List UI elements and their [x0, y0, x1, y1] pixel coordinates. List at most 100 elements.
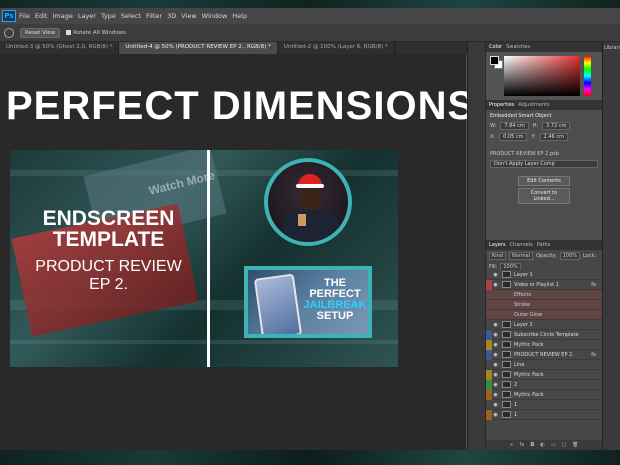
kind-filter-select[interactable]: Kind — [489, 252, 507, 260]
mask-icon[interactable]: ◘ — [530, 442, 534, 448]
layer-name: Layer 2 — [514, 321, 533, 328]
endscreen-document[interactable]: Watch More ENDSCREEN TEMPLATE PRODUCT RE… — [10, 150, 398, 367]
smart-object-file: PRODUCT REVIEW EP 2.psb — [490, 151, 559, 157]
x-y-row: X: 0.05 cm Y: 2.46 cm — [490, 133, 598, 141]
adjustment-icon[interactable]: ◐ — [540, 442, 544, 448]
new-layer-icon[interactable]: ▢ — [561, 442, 566, 448]
foreground-color-swatch[interactable] — [490, 56, 499, 65]
layer-row[interactable]: Outer Glow — [486, 310, 602, 320]
layer-comp-select[interactable]: Don't Apply Layer Comp — [490, 160, 598, 168]
layer-fx-icon[interactable]: fx — [591, 282, 596, 288]
endscreen-subtitle-line-2: EP 2. — [89, 276, 128, 293]
link-layers-icon[interactable]: ∞ — [509, 442, 513, 448]
layer-name: Mythic Pack — [514, 391, 544, 398]
tab-untitled-3[interactable]: Untitled-3 @ 50% (Ghost 2.0, RGB/8) * — [0, 42, 120, 54]
trash-icon[interactable]: 🗑 — [572, 442, 578, 448]
reset-view-button[interactable]: Reset View — [20, 27, 61, 38]
collapsed-panel-strip[interactable] — [467, 42, 485, 450]
photoshop-logo-icon: Ps — [2, 10, 16, 22]
layer-row[interactable]: ◉ PRODUCT REVIEW EP 2. fx — [486, 349, 602, 360]
layer-row[interactable]: ◉ Mythic Pack — [486, 369, 602, 380]
layer-row[interactable]: ◉ Mythic Pack — [486, 339, 602, 350]
folder-icon[interactable]: ▭ — [551, 442, 556, 448]
eye-icon[interactable]: ◉ — [492, 322, 499, 328]
layer-row[interactable]: Effects — [486, 290, 602, 300]
layer-thumbnail — [502, 351, 511, 358]
checkbox-icon — [66, 30, 72, 35]
layer-row[interactable]: ◉ 1 — [486, 400, 602, 410]
height-field[interactable]: 3.72 cm — [542, 122, 571, 130]
hue-slider[interactable] — [584, 56, 591, 96]
menu-edit[interactable]: Edit — [35, 12, 53, 20]
layer-row[interactable]: ◉ Layer 1 — [486, 270, 602, 280]
blend-mode-select[interactable]: Normal — [509, 252, 534, 260]
width-field[interactable]: 7.84 cm — [500, 122, 529, 130]
fx-icon[interactable]: fx — [520, 442, 525, 448]
layer-row[interactable]: ◉ Line — [486, 360, 602, 370]
eye-icon[interactable]: ◉ — [492, 382, 499, 388]
tab-untitled-2[interactable]: Untitled-2 @ 100% (Layer 6, RGB/8) * — [278, 42, 395, 54]
menu-window[interactable]: Window — [202, 12, 233, 20]
phone-in-hand — [298, 214, 306, 226]
rotate-all-windows-checkbox[interactable]: Rotate All Windows — [66, 30, 126, 36]
layer-name: 2 — [514, 381, 518, 388]
layer-name: Mythic Pack — [514, 371, 544, 378]
properties-panel-tabs: Properties Adjustments — [486, 100, 602, 110]
menu-layer[interactable]: Layer — [78, 12, 101, 20]
layer-row[interactable]: ◉ 2 — [486, 379, 602, 390]
eye-icon[interactable]: ◉ — [492, 332, 499, 338]
layer-fx-icon[interactable]: fx — [591, 352, 596, 358]
edit-contents-button[interactable]: Edit Contents — [518, 176, 570, 186]
layers-footer: ∞ fx ◘ ◐ ▭ ▢ 🗑 — [486, 440, 602, 450]
tab-adjustments[interactable]: Adjustments — [518, 102, 549, 108]
tab-paths[interactable]: Paths — [537, 242, 551, 248]
color-picker-field[interactable] — [504, 56, 580, 96]
menu-3d[interactable]: 3D — [167, 12, 181, 20]
eye-icon[interactable]: ◉ — [492, 342, 499, 348]
menu-view[interactable]: View — [181, 12, 201, 20]
convert-to-linked-button[interactable]: Convert to Linked... — [518, 188, 570, 204]
layer-row[interactable]: ◉ Subscribe Circle Template — [486, 329, 602, 340]
menu-help[interactable]: Help — [232, 12, 252, 20]
y-field[interactable]: 2.46 cm — [539, 133, 568, 141]
opacity-field[interactable]: 100% — [559, 252, 580, 260]
tab-swatches[interactable]: Swatches — [506, 44, 530, 50]
x-field[interactable]: 0.05 cm — [499, 133, 528, 141]
eye-icon[interactable]: ◉ — [492, 272, 499, 278]
layer-thumbnail — [502, 341, 511, 348]
eye-icon[interactable]: ◉ — [492, 392, 499, 398]
eye-icon[interactable]: ◉ — [492, 352, 499, 358]
eye-icon[interactable]: ◉ — [492, 402, 499, 408]
eye-icon[interactable]: ◉ — [492, 282, 499, 288]
width-label: W: — [490, 123, 497, 129]
layer-row[interactable]: ◉ Mythic Pack — [486, 389, 602, 400]
iphone-image — [253, 273, 303, 334]
menu-filter[interactable]: Filter — [146, 12, 167, 20]
canvas-area[interactable]: PERFECT DIMENSIONS Watch More ENDSCREEN … — [0, 54, 474, 450]
tab-channels[interactable]: Channels — [510, 242, 533, 248]
eye-icon[interactable]: ◉ — [492, 372, 499, 378]
tab-properties[interactable]: Properties — [489, 102, 514, 108]
layer-thumbnail — [502, 401, 511, 408]
person-body — [282, 210, 340, 242]
menu-select[interactable]: Select — [121, 12, 146, 20]
menu-file[interactable]: File — [19, 12, 35, 20]
tab-color[interactable]: Color — [489, 44, 502, 50]
libraries-strip[interactable]: Libraries — [602, 42, 620, 450]
rotate-view-tool-icon[interactable] — [4, 27, 14, 38]
layer-name: Outer Glow — [514, 311, 543, 318]
layer-name: Effects — [514, 291, 531, 298]
layer-row[interactable]: ◉ Layer 2 — [486, 320, 602, 330]
eye-icon[interactable]: ◉ — [492, 362, 499, 368]
layer-row[interactable]: Stroke — [486, 300, 602, 310]
libraries-tab[interactable]: Libraries — [603, 42, 620, 54]
layer-thumbnail — [502, 281, 511, 288]
eye-icon[interactable]: ◉ — [492, 412, 499, 418]
menu-type[interactable]: Type — [101, 12, 121, 20]
menu-image[interactable]: Image — [52, 12, 77, 20]
layer-row[interactable]: ◉ Video or Playlist 1 fx — [486, 279, 602, 290]
layer-name: Stroke — [514, 301, 530, 308]
tab-untitled-4[interactable]: Untitled-4 @ 50% (PRODUCT REVIEW EP 2., … — [119, 42, 278, 54]
layer-row[interactable]: ◉ 1 — [486, 409, 602, 420]
tab-layers[interactable]: Layers — [489, 242, 506, 248]
